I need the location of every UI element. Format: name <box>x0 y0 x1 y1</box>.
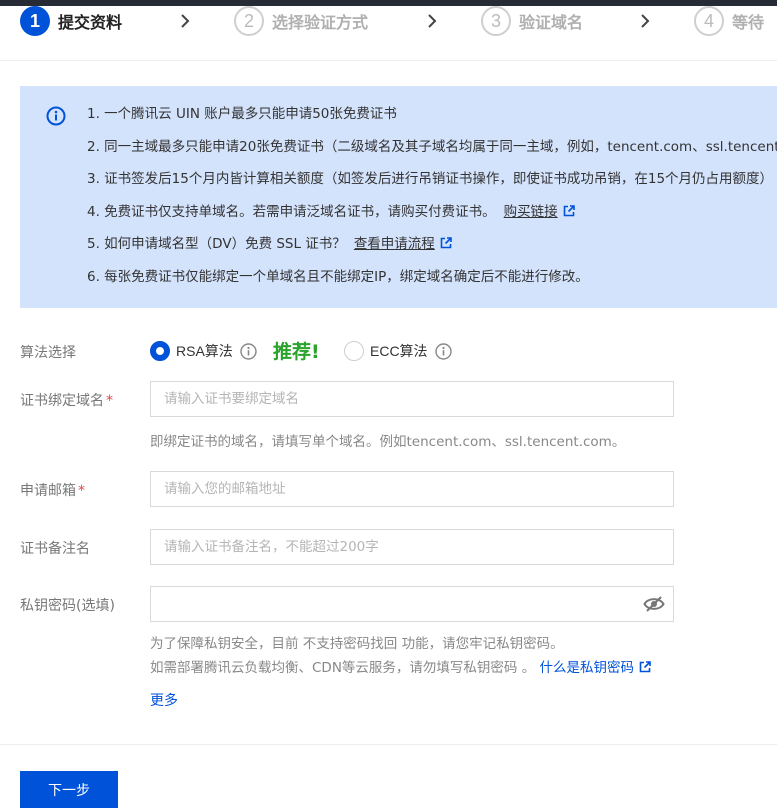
notice-item: 4. 免费证书仅支持单域名。若需申请泛域名证书，请购买付费证书。 购买链接 <box>87 202 777 235</box>
password-label: 私钥密码(选填) <box>20 598 115 614</box>
email-label: 申请邮箱 * <box>20 483 85 499</box>
password-input[interactable] <box>150 586 674 622</box>
radio-label[interactable]: RSA算法 <box>176 341 233 361</box>
external-link-icon <box>563 204 575 217</box>
question-icon[interactable] <box>434 342 452 360</box>
external-link-icon <box>639 661 651 673</box>
email-input[interactable] <box>150 471 674 507</box>
divider <box>0 60 777 61</box>
step-1: 1 提交资料 <box>20 6 122 36</box>
stepper: 1 提交资料 2 选择验证方式 3 验证域名 4 等待 <box>0 6 777 52</box>
notice-item: 2. 同一主域最多只能申请20张免费证书（二级域名及其子域名均属于同一主域，例如… <box>87 138 777 155</box>
eye-off-icon[interactable] <box>643 595 665 613</box>
remark-input[interactable] <box>150 529 674 565</box>
step-3: 3 验证域名 <box>481 6 583 36</box>
chevron-right-icon <box>181 14 190 28</box>
radio-rsa[interactable]: RSA算法 <box>150 341 257 361</box>
question-icon[interactable] <box>240 342 257 360</box>
step-label: 等待 <box>732 13 765 32</box>
password-help-2: 如需部署腾讯云负载均衡、CDN等云服务，请勿填写私钥密码 。 什么是私钥密码 <box>150 656 651 676</box>
notice-item: 6. 每张免费证书仅能绑定一个单域名且不能绑定IP，绑定域名确定后不能进行修改。 <box>87 268 589 285</box>
notice-item: 5. 如何申请域名型（DV）免费 SSL 证书？ 查看申请流程 <box>87 234 777 267</box>
step-number: 2 <box>234 6 264 36</box>
required-mark: * <box>106 393 113 409</box>
buy-link[interactable]: 购买链接 <box>504 204 558 220</box>
remark-label: 证书备注名 <box>20 541 90 557</box>
more-link[interactable]: 更多 <box>150 690 178 710</box>
required-mark: * <box>78 483 85 499</box>
step-label: 提交资料 <box>58 13 123 32</box>
process-link[interactable]: 查看申请流程 <box>354 236 435 252</box>
step-number: 1 <box>20 6 50 36</box>
recommend-tag: 推荐! <box>273 341 320 363</box>
radio-dot[interactable] <box>150 341 170 361</box>
domain-help: 即绑定证书的域名，请填写单个域名。例如tencent.com、ssl.tence… <box>150 434 626 450</box>
info-icon <box>46 106 66 126</box>
divider <box>0 744 777 745</box>
notice-box: 1. 一个腾讯云 UIN 账户最多只能申请50张免费证书 2. 同一主域最多只能… <box>20 86 777 308</box>
radio-ecc[interactable]: ECC算法 <box>344 341 452 361</box>
step-number: 3 <box>481 6 511 36</box>
external-link-icon <box>440 237 452 249</box>
step-4: 4 等待 <box>694 6 764 36</box>
radio-label[interactable]: ECC算法 <box>370 341 428 361</box>
notice-list: 1. 一个腾讯云 UIN 账户最多只能申请50张免费证书 2. 同一主域最多只能… <box>87 104 777 300</box>
notice-item: 3. 证书签发后15个月内皆计算相关额度（如签发后进行吊销证书操作，即使证书成功… <box>87 171 774 188</box>
step-2: 2 选择验证方式 <box>234 6 368 36</box>
domain-label: 证书绑定域名 * <box>20 393 113 409</box>
step-label: 验证域名 <box>519 13 584 32</box>
next-button[interactable]: 下一步 <box>20 771 118 808</box>
algo-label: 算法选择 <box>20 345 76 361</box>
password-help-1: 为了保障私钥安全，目前 不支持密码找回 功能，请您牢记私钥密码。 <box>150 636 564 652</box>
private-key-link[interactable]: 什么是私钥密码 <box>540 660 635 676</box>
chevron-right-icon <box>428 14 437 28</box>
notice-item: 1. 一个腾讯云 UIN 账户最多只能申请50张免费证书 <box>87 106 397 122</box>
step-number: 4 <box>694 6 724 36</box>
chevron-right-icon <box>641 14 650 28</box>
step-label: 选择验证方式 <box>272 13 369 32</box>
domain-input[interactable] <box>150 381 674 417</box>
radio-dot[interactable] <box>344 341 364 361</box>
